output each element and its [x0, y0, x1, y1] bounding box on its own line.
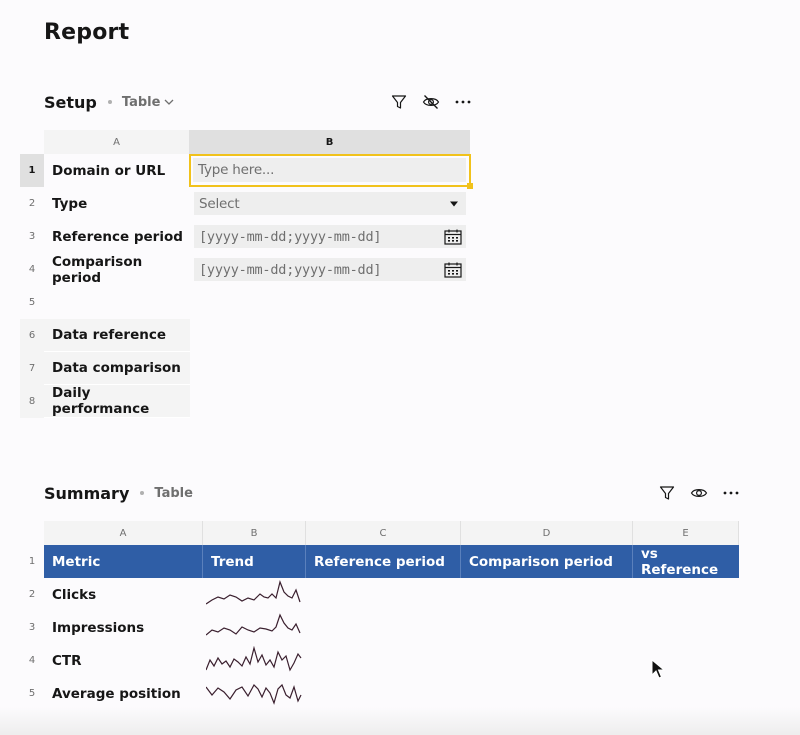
calendar-icon[interactable] — [444, 262, 462, 278]
caret-down-icon — [450, 201, 458, 206]
chevron-down-icon — [164, 99, 174, 105]
overflow-menu-icon[interactable] — [454, 93, 472, 111]
reference-period-input[interactable]: [yyyy-mm-dd;yyyy-mm-dd] — [194, 225, 466, 248]
row-number-4[interactable]: 4 — [20, 644, 44, 677]
eye-off-icon[interactable] — [422, 93, 440, 111]
comparison-period-input[interactable]: [yyyy-mm-dd;yyyy-mm-dd] — [194, 258, 466, 281]
reference-period-placeholder: [yyyy-mm-dd;yyyy-mm-dd] — [199, 228, 382, 245]
column-header-b[interactable]: B — [190, 130, 470, 154]
setup-title: Setup — [44, 92, 97, 112]
section-data-comparison[interactable]: Data comparison — [44, 352, 190, 385]
metric-average-position[interactable]: Average position — [44, 677, 203, 710]
overflow-menu-icon[interactable] — [722, 484, 740, 502]
header-metric[interactable]: Metric — [44, 545, 203, 578]
calendar-icon[interactable] — [444, 229, 462, 245]
summary-title: Summary — [44, 483, 130, 503]
metric-ctr[interactable]: CTR — [44, 644, 203, 677]
row-number-3[interactable]: 3 — [20, 611, 44, 644]
column-header-c[interactable]: C — [306, 521, 461, 545]
label-domain-or-url[interactable]: Domain or URL — [44, 154, 190, 187]
row-number-1[interactable]: 1 — [20, 545, 44, 578]
header-comparison-period[interactable]: Comparison period — [461, 545, 633, 578]
sparkline-average-position — [206, 683, 302, 705]
summary-type-label: Table — [154, 485, 193, 501]
metric-clicks[interactable]: Clicks — [44, 578, 203, 611]
setup-type-dropdown[interactable]: Table — [122, 95, 175, 110]
sparkline-clicks — [206, 580, 301, 605]
separator-dot — [107, 100, 112, 104]
summary-toolbar — [658, 484, 740, 502]
header-reference-period[interactable]: Reference period — [306, 545, 461, 578]
sparkline-ctr — [206, 646, 302, 672]
label-reference-period[interactable]: Reference period — [44, 220, 190, 253]
summary-section-header: Summary Table — [44, 481, 193, 505]
bottom-fade — [0, 707, 800, 735]
mouse-cursor-icon — [651, 659, 665, 679]
row-number-7[interactable]: 7 — [20, 352, 44, 385]
row-number-8[interactable]: 8 — [20, 385, 44, 418]
filter-icon[interactable] — [390, 93, 408, 111]
row-number-1[interactable]: 1 — [20, 154, 44, 187]
section-data-reference[interactable]: Data reference — [44, 319, 190, 352]
row-number-2[interactable]: 2 — [20, 578, 44, 611]
sparkline-impressions — [206, 613, 301, 636]
type-select[interactable]: Select — [194, 192, 466, 215]
eye-icon[interactable] — [690, 484, 708, 502]
column-header-a[interactable]: A — [44, 521, 203, 545]
column-header-d[interactable]: D — [461, 521, 633, 545]
row-number-5[interactable]: 5 — [20, 677, 44, 710]
row-number-5[interactable]: 5 — [20, 286, 44, 319]
row-number-2[interactable]: 2 — [20, 187, 44, 220]
column-header-e[interactable]: E — [633, 521, 739, 545]
separator-dot — [140, 491, 145, 495]
comparison-period-placeholder: [yyyy-mm-dd;yyyy-mm-dd] — [199, 261, 382, 278]
fill-handle[interactable] — [467, 183, 473, 189]
type-select-value: Select — [199, 195, 240, 212]
filter-icon[interactable] — [658, 484, 676, 502]
row-number-3[interactable]: 3 — [20, 220, 44, 253]
label-comparison-period[interactable]: Comparison period — [44, 253, 190, 286]
section-daily-performance[interactable]: Daily performance — [44, 385, 190, 418]
setup-type-label: Table — [121, 94, 161, 110]
setup-section-header: Setup Table — [44, 90, 174, 114]
page-title: Report — [44, 20, 130, 45]
header-vs-reference[interactable]: vs Reference — [633, 545, 739, 578]
metric-impressions[interactable]: Impressions — [44, 611, 203, 644]
header-trend[interactable]: Trend — [203, 545, 306, 578]
column-header-b[interactable]: B — [203, 521, 306, 545]
row-number-4[interactable]: 4 — [20, 253, 44, 286]
column-header-a[interactable]: A — [44, 130, 190, 154]
row-number-6[interactable]: 6 — [20, 319, 44, 352]
label-type[interactable]: Type — [44, 187, 190, 220]
domain-input[interactable]: Type here... — [193, 158, 466, 182]
setup-toolbar — [390, 93, 472, 111]
